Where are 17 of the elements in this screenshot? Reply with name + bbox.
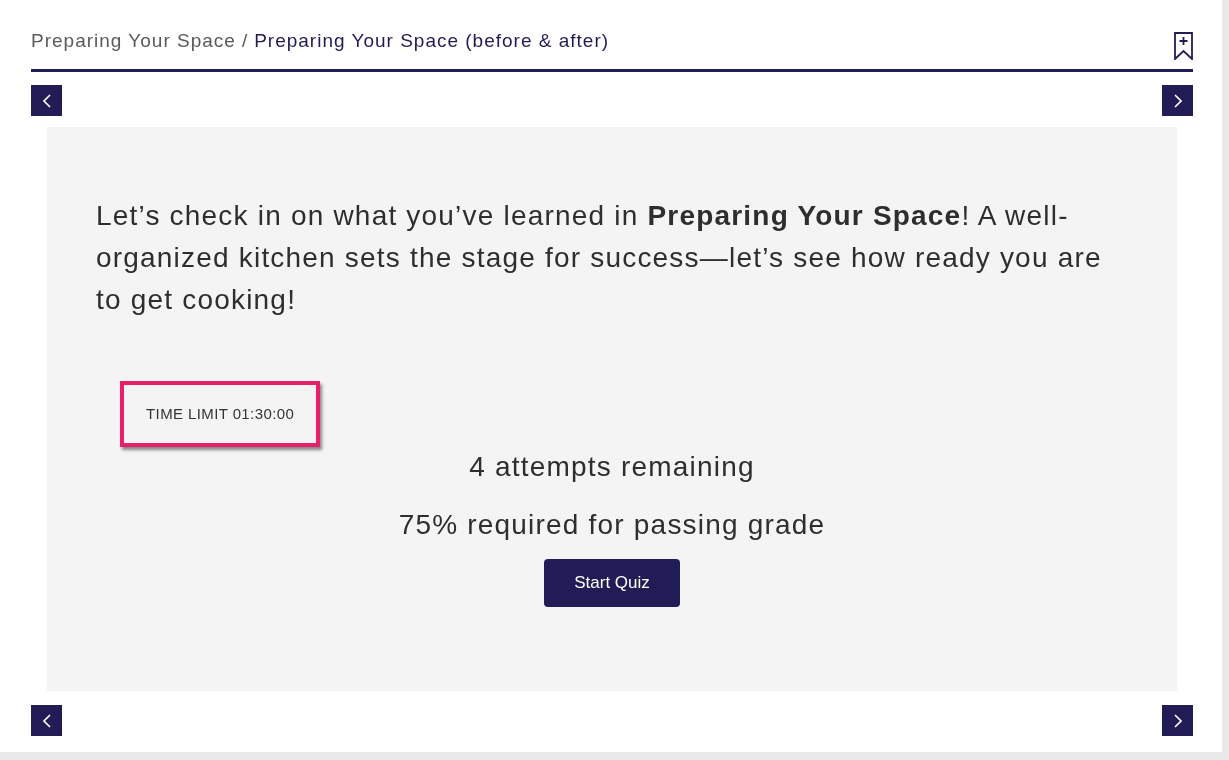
breadcrumb-separator: / [241,29,249,53]
next-button[interactable] [1162,705,1193,736]
chevron-right-icon [1173,713,1182,728]
breadcrumb-current: Preparing Your Space (before & after) [254,29,610,53]
start-quiz-button[interactable]: Start Quiz [544,559,680,607]
attempts-remaining-text: 4 attempts remaining [469,450,755,484]
bookmark-add-icon[interactable] [1174,32,1193,60]
quiz-intro-text: Let’s check in on what you’ve learned in Preparing Your Space! A well-organized kitchen sets the stage for success—let’s see how ready you are to get cooking! [96,199,1103,317]
chevron-left-icon [42,93,51,108]
previous-button[interactable] [31,85,62,116]
previous-button[interactable] [31,705,62,736]
chevron-right-icon [1173,93,1182,108]
time-limit-text: TIME LIMIT 01:30:00 [146,405,295,422]
next-button[interactable] [1162,85,1193,116]
chevron-left-icon [42,713,51,728]
passing-grade-text: 75% required for passing grade [398,508,826,542]
breadcrumb-link[interactable]: Preparing Your Space [31,28,236,54]
